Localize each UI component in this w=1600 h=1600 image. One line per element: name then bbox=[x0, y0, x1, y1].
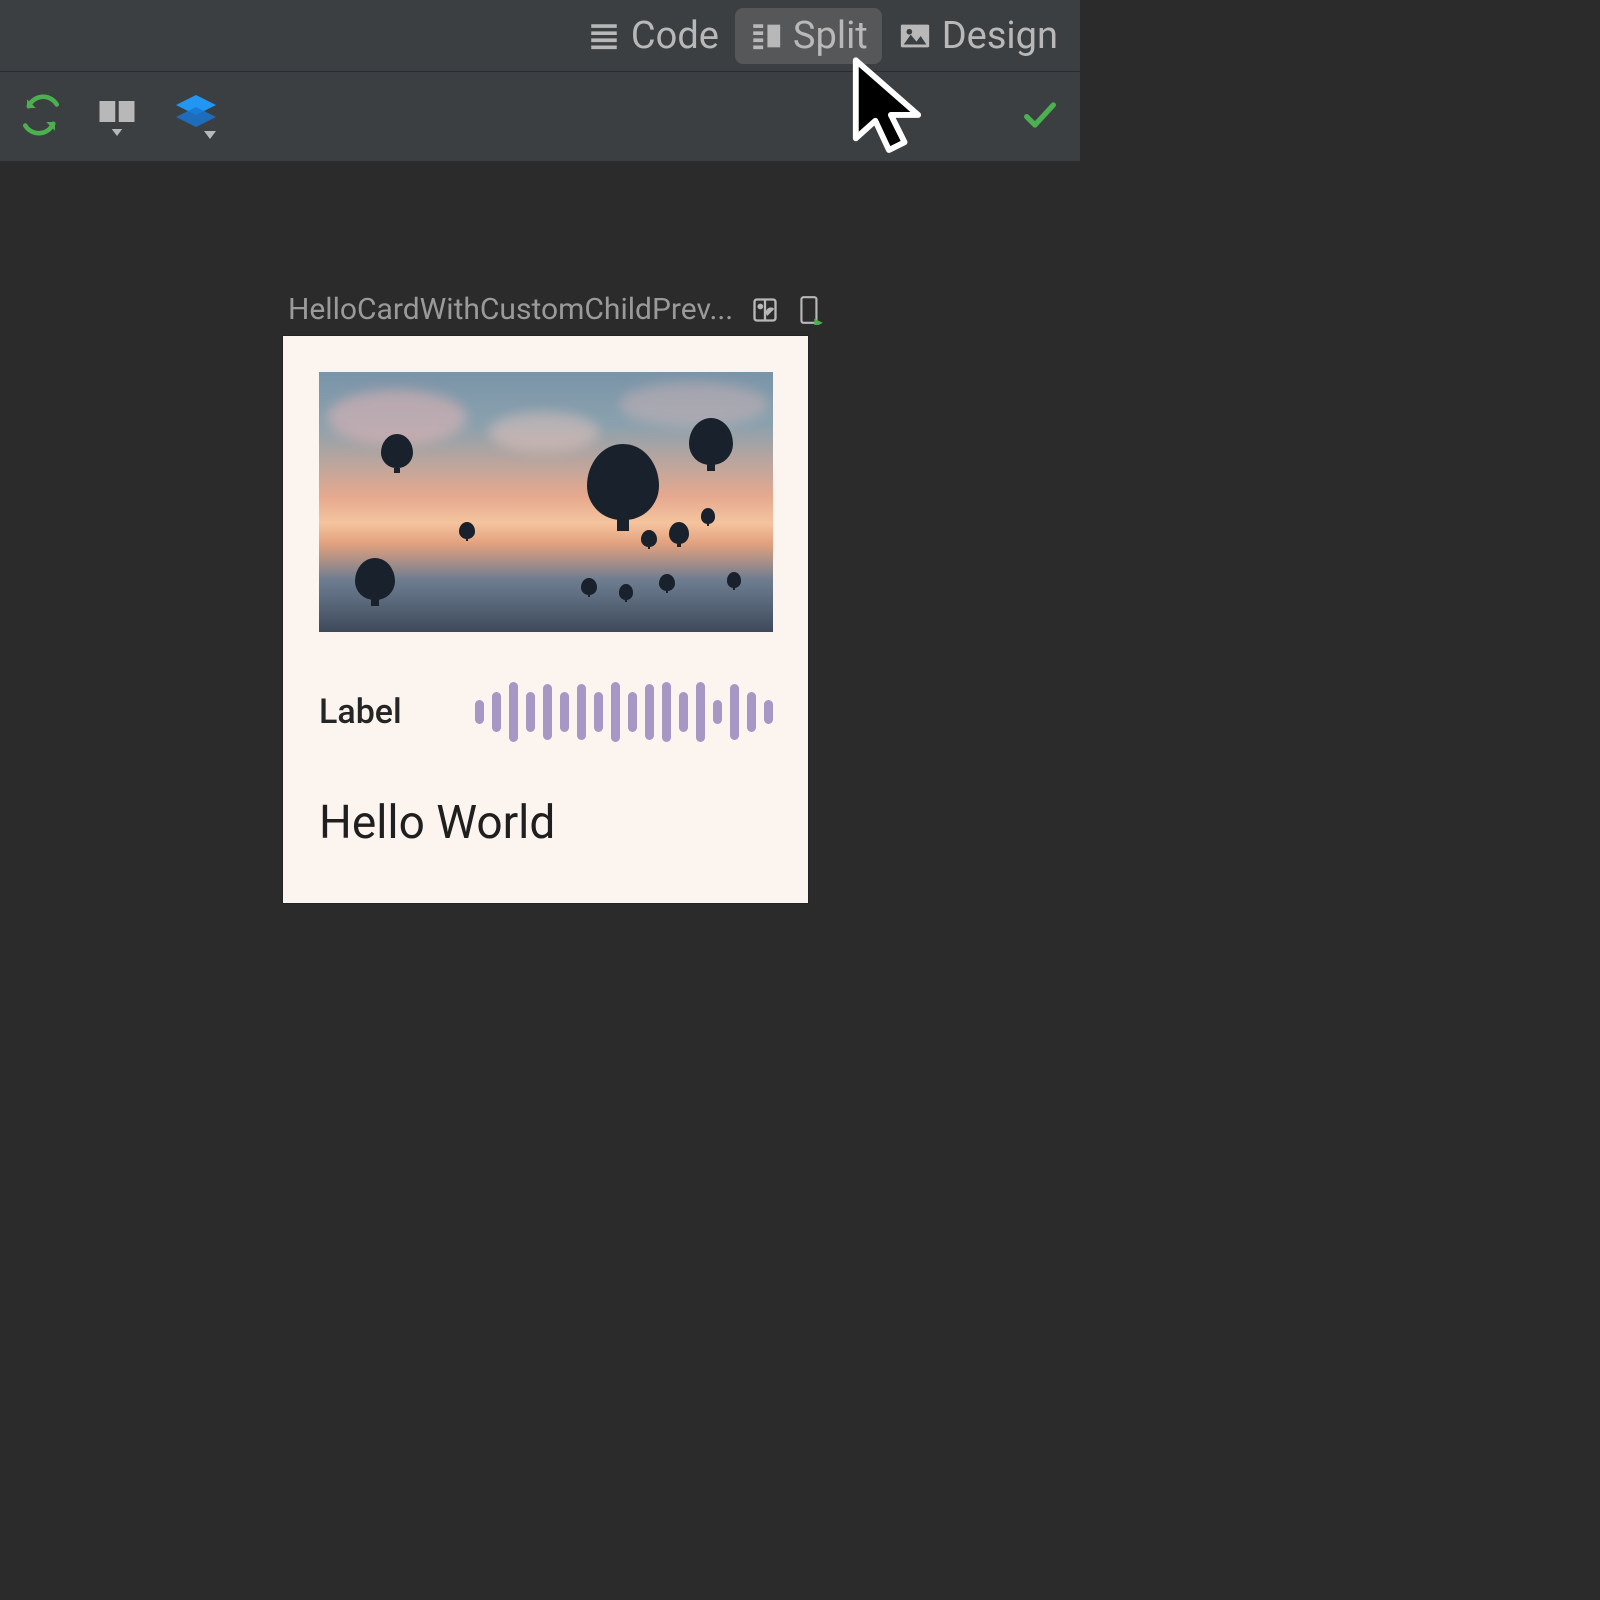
tab-design[interactable]: Design bbox=[884, 8, 1072, 64]
image-icon bbox=[898, 19, 932, 53]
view-mode-tabs: Code Split Design bbox=[0, 0, 1080, 72]
lines-icon bbox=[587, 19, 621, 53]
preview-card[interactable]: Label Hello World bbox=[283, 336, 808, 903]
card-label-text: Label bbox=[319, 692, 402, 732]
refresh-icon[interactable] bbox=[20, 94, 62, 140]
status-ok-icon bbox=[1020, 95, 1060, 139]
tab-split-label: Split bbox=[793, 14, 868, 58]
layers-stack-icon[interactable] bbox=[172, 91, 220, 143]
preview-name: HelloCardWithCustomChildPrev... bbox=[288, 292, 733, 327]
tab-design-label: Design bbox=[942, 14, 1058, 58]
tab-split[interactable]: Split bbox=[735, 8, 882, 64]
design-canvas[interactable]: HelloCardWithCustomChildPrev... bbox=[0, 162, 1080, 1080]
card-title-text: Hello World bbox=[319, 796, 555, 850]
tab-code[interactable]: Code bbox=[573, 8, 733, 64]
card-label-row: Label bbox=[319, 682, 773, 742]
split-icon bbox=[749, 19, 783, 53]
deploy-device-icon[interactable] bbox=[797, 295, 823, 325]
theme-switch-icon[interactable] bbox=[751, 296, 779, 324]
preview-header: HelloCardWithCustomChildPrev... bbox=[288, 292, 823, 327]
card-hero-image bbox=[319, 372, 773, 632]
waveform-icon bbox=[475, 682, 773, 742]
tab-code-label: Code bbox=[631, 14, 719, 58]
layout-panels-icon[interactable] bbox=[96, 94, 138, 140]
preview-toolbar bbox=[0, 72, 1080, 162]
